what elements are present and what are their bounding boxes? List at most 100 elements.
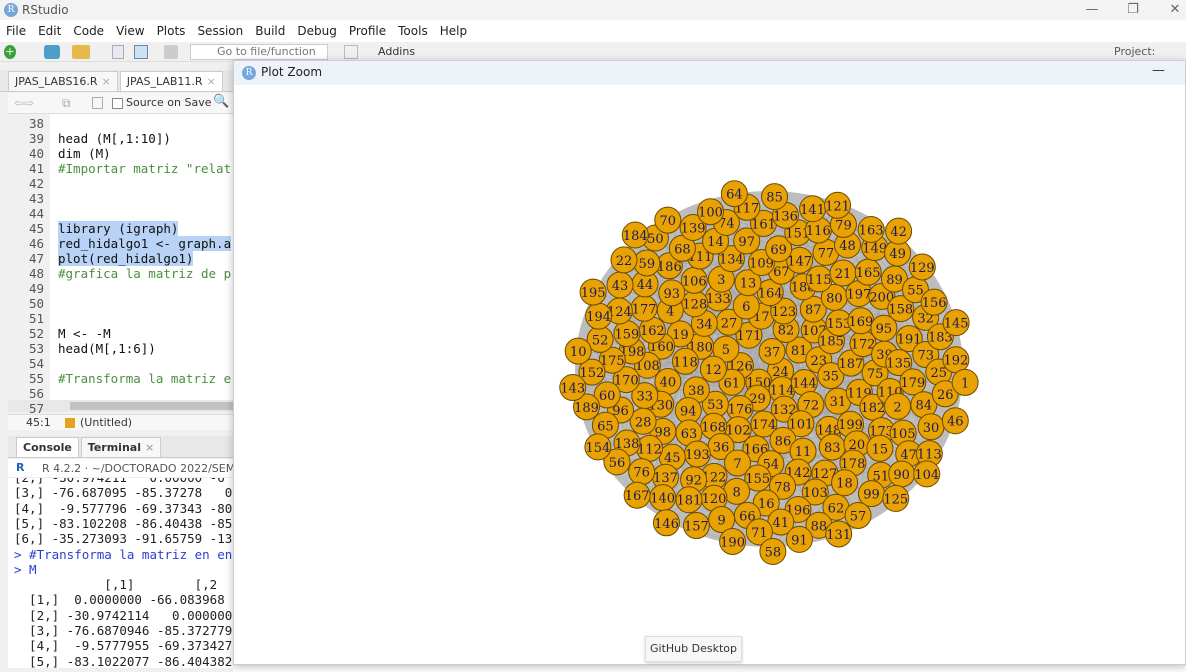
graph-node: 140	[649, 484, 677, 512]
node-label: 40	[660, 376, 677, 391]
node-label: 83	[824, 441, 841, 456]
save-icon[interactable]	[112, 45, 124, 59]
node-label: 149	[862, 242, 887, 257]
node-label: 38	[688, 384, 705, 399]
graph-node: 194	[585, 302, 613, 330]
node-label: 163	[859, 224, 884, 239]
node-label: 93	[664, 287, 681, 302]
graph-node: 8	[723, 477, 751, 505]
menu-edit[interactable]: Edit	[38, 24, 61, 38]
node-label: 78	[774, 480, 791, 495]
line-number: 56	[28, 386, 44, 401]
save-icon[interactable]	[92, 97, 103, 109]
graph-node: 112	[635, 434, 663, 462]
addins-menu[interactable]: Addins	[378, 45, 415, 59]
node-label: 147	[787, 254, 812, 269]
node-label: 131	[826, 528, 851, 543]
code-editor[interactable]: 38 39 head (M[,1:10]) 40 dim (M) 41 #Importar …	[8, 114, 233, 416]
save-all-icon[interactable]	[134, 45, 148, 59]
print-icon[interactable]	[164, 45, 178, 59]
node-label: 140	[650, 492, 675, 507]
pane-layout-icon[interactable]	[344, 45, 358, 59]
scrollbar-thumb[interactable]	[70, 402, 233, 410]
new-file-icon[interactable]: +	[4, 45, 16, 59]
graph-node: 91	[785, 525, 813, 553]
menu-file[interactable]: File	[6, 24, 26, 38]
close-tab-icon[interactable]: ×	[102, 75, 111, 88]
graph-node: 70	[654, 206, 682, 234]
graph-node: 85	[761, 183, 789, 211]
new-project-icon[interactable]	[44, 45, 60, 59]
minimize-button[interactable]: —	[1072, 0, 1112, 20]
console-output[interactable]: [2,] -30.974211 0.00000 -6[3,] -76.68709…	[8, 478, 233, 668]
node-label: 139	[681, 222, 706, 237]
node-label: 58	[765, 546, 782, 561]
node-label: 63	[681, 427, 698, 442]
node-label: 121	[825, 199, 850, 214]
node-label: 48	[839, 239, 856, 254]
graph-node: 28	[629, 407, 657, 435]
tab-console[interactable]: Console	[16, 437, 79, 457]
close-button[interactable]: ✕	[1155, 0, 1186, 20]
graph-node: 30	[917, 413, 945, 441]
menu-build[interactable]: Build	[255, 24, 285, 38]
close-tab-icon[interactable]: ×	[207, 75, 216, 88]
open-folder-icon[interactable]	[72, 45, 90, 59]
menu-debug[interactable]: Debug	[297, 24, 336, 38]
menu-session[interactable]: Session	[197, 24, 243, 38]
node-label: 145	[944, 317, 969, 332]
console-tabs: Console Terminal ×	[8, 436, 233, 458]
console-line: [3,] -76.6870946 -85.372779	[14, 623, 233, 638]
node-label: 144	[792, 377, 817, 392]
menu-help[interactable]: Help	[440, 24, 467, 38]
node-label: 82	[778, 323, 795, 338]
node-label: 53	[707, 398, 724, 413]
node-label: 189	[574, 401, 599, 416]
source-on-save-checkbox[interactable]	[112, 98, 123, 109]
node-label: 156	[922, 296, 947, 311]
node-label: 134	[719, 253, 744, 268]
close-tab-icon[interactable]: ×	[145, 441, 154, 454]
line-number: 43	[28, 191, 44, 206]
console-line: [4,] -9.5777955 -69.373427	[14, 638, 233, 654]
minimize-button[interactable]: —	[1152, 63, 1165, 78]
tab-jpas-labs16[interactable]: JPAS_LABS16.R ×	[8, 71, 118, 91]
line-number: 39	[28, 131, 44, 146]
node-label: 123	[771, 305, 796, 320]
graph-node: 125	[882, 484, 910, 512]
node-label: 154	[585, 441, 610, 456]
scope-selector[interactable]: (Untitled)	[80, 416, 132, 429]
graph-node: 165	[854, 258, 882, 286]
menu-tools[interactable]: Tools	[398, 24, 428, 38]
menu-code[interactable]: Code	[73, 24, 104, 38]
graph-node: 163	[857, 216, 885, 244]
menu-plots[interactable]: Plots	[157, 24, 186, 38]
rstudio-logo-icon: R	[4, 3, 18, 17]
graph-node: 190	[719, 527, 747, 555]
console-line: [3,] -76.687095 -85.37278 0	[14, 485, 233, 501]
tab-jpas-lab11[interactable]: JPAS_LAB11.R ×	[119, 71, 223, 91]
node-label: 87	[805, 303, 822, 318]
node-label: 133	[706, 292, 731, 307]
node-label: 11	[795, 445, 812, 460]
node-label: 165	[856, 266, 881, 281]
graph-node: 157	[682, 512, 710, 540]
tab-terminal[interactable]: Terminal ×	[80, 437, 162, 457]
menu-view[interactable]: View	[116, 24, 144, 38]
node-label: 125	[883, 492, 908, 507]
show-in-window-icon[interactable]: ⧉	[62, 96, 71, 111]
maximize-button[interactable]: ❐	[1113, 0, 1153, 20]
node-label: 115	[807, 273, 832, 288]
search-icon[interactable]: 🔍	[213, 94, 229, 109]
graph-node: 131	[825, 520, 853, 548]
graph-node: 37	[758, 337, 786, 365]
node-label: 152	[580, 366, 605, 381]
goto-file-input[interactable]: Go to file/function	[190, 44, 328, 60]
node-label: 91	[791, 533, 808, 548]
node-label: 9	[718, 514, 726, 529]
project-menu[interactable]: Project: (None)	[1114, 45, 1186, 71]
back-arrow-icon[interactable]: ⇦⇨	[14, 96, 34, 110]
node-label: 186	[657, 260, 682, 275]
menu-profile[interactable]: Profile	[349, 24, 386, 38]
scope-icon	[65, 418, 75, 428]
